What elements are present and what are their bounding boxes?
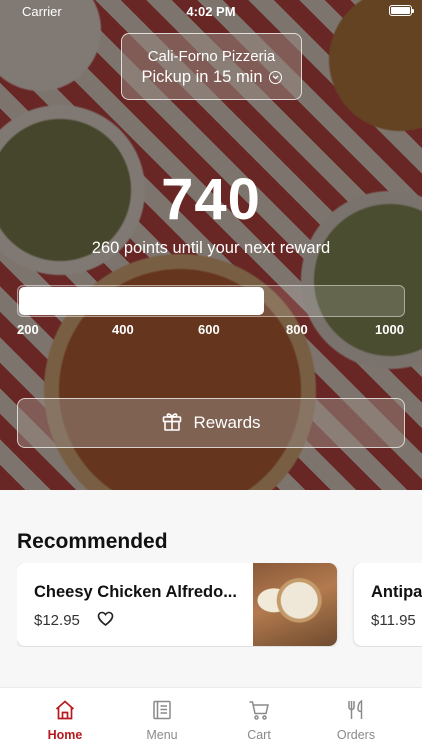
tab-label: Orders [336, 728, 376, 742]
points-remaining-text: 260 points until your next reward [91, 239, 331, 257]
item-name: Cheesy Chicken Alfredo... [34, 583, 237, 601]
tab-bar: Home Menu Cart Orders [0, 687, 422, 750]
recommended-item-card[interactable]: Antipa $11.95 [354, 563, 422, 646]
tab-label: Home [47, 728, 83, 742]
progress-tick-label: 600 [198, 322, 220, 337]
tab-label: Cart [247, 728, 271, 742]
progress-tick-label: 800 [286, 322, 308, 337]
menu-icon [153, 700, 171, 720]
tab-orders[interactable]: Orders [311, 688, 401, 750]
chevron-down-icon [268, 71, 282, 84]
recommended-heading: Recommended [17, 530, 168, 553]
progress-tick-label: 1000 [375, 322, 404, 337]
store-selector-button[interactable]: Cali-Forno Pizzeria Pickup in 15 min [121, 33, 302, 100]
store-name: Cali-Forno Pizzeria [147, 48, 276, 65]
status-time: 4:02 PM [186, 4, 236, 19]
recommended-carousel[interactable]: Cheesy Chicken Alfredo... $12.95 Antipa … [17, 563, 422, 647]
rewards-progress-bar [17, 285, 405, 317]
item-price: $12.95 [34, 612, 80, 629]
points-balance: 740 [161, 167, 261, 232]
tab-home[interactable]: Home [20, 688, 110, 750]
cart-icon [249, 701, 269, 720]
battery-icon [389, 5, 414, 16]
pickup-time: Pickup in 15 min [141, 68, 263, 86]
item-price: $11.95 [371, 612, 416, 629]
recommended-item-card[interactable]: Cheesy Chicken Alfredo... $12.95 [17, 563, 337, 646]
gift-icon [161, 410, 183, 437]
heart-icon[interactable] [97, 611, 114, 632]
rewards-progress-fill [19, 287, 265, 315]
progress-tick-label: 400 [112, 322, 134, 337]
rewards-button[interactable]: Rewards [17, 398, 405, 448]
status-bar: Carrier 4:02 PM [0, 0, 422, 22]
hero-banner: Carrier 4:02 PM Cali-Forno Pizzeria Pick… [0, 0, 422, 490]
rewards-button-label: Rewards [193, 413, 261, 432]
pickup-time-row: Pickup in 15 min [122, 68, 301, 87]
progress-tick-label: 200 [17, 322, 39, 337]
item-name: Antipa [371, 583, 422, 601]
tab-label: Menu [146, 728, 178, 742]
tab-cart[interactable]: Cart [214, 688, 304, 750]
tab-menu[interactable]: Menu [117, 688, 207, 750]
home-icon [55, 700, 75, 720]
item-photo [253, 563, 337, 646]
fork-knife-icon [348, 699, 363, 719]
